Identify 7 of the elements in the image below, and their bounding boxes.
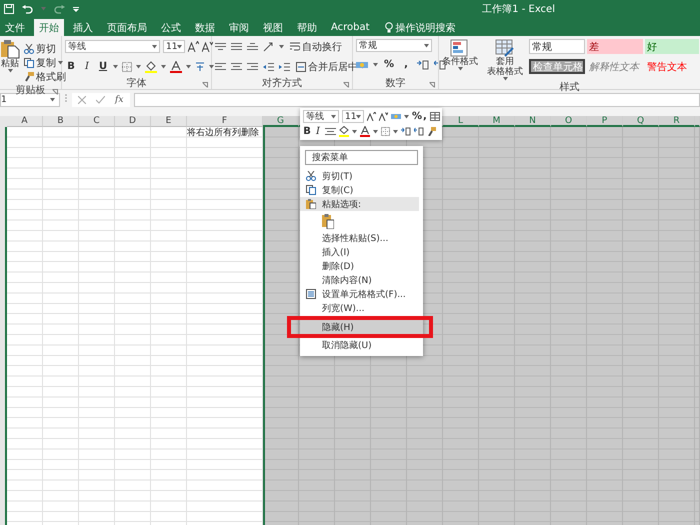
group-label: 数字 — [386, 76, 406, 90]
group-label: 对齐方式 — [262, 76, 302, 90]
window-title: 工作簿1 - Excel — [482, 3, 555, 16]
cell-text: 将右边所有列删除 — [187, 126, 260, 139]
group-label: 字体 — [126, 76, 146, 90]
menu-section-header: 粘贴选项: — [300, 197, 419, 211]
group-label: 样式 — [560, 80, 580, 94]
